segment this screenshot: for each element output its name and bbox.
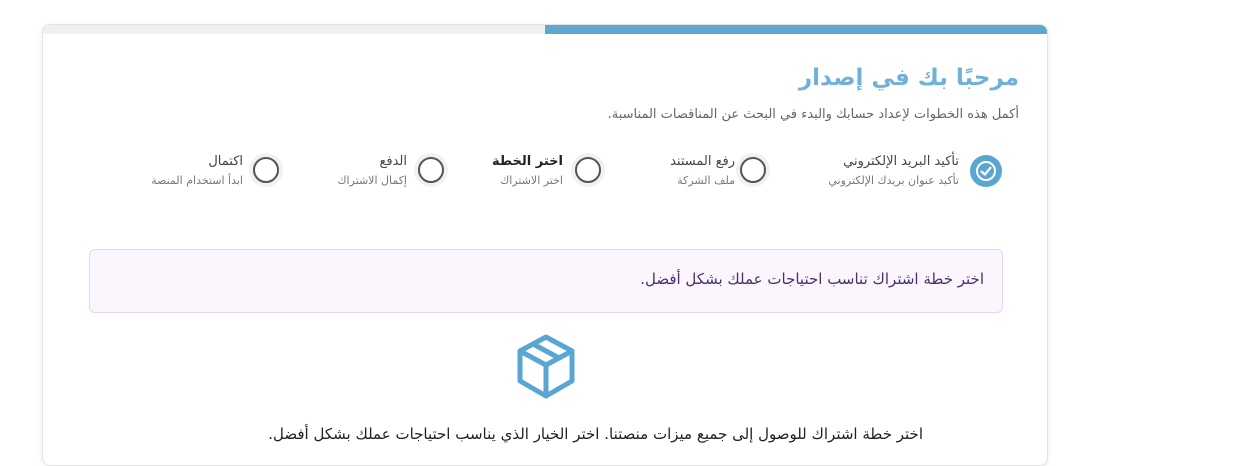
step-complete[interactable]: اكتمال ابدأ استخدام المنصة [123,153,283,203]
page-title: مرحبًا بك في إصدار [798,65,1019,91]
step-label: الدفع [379,154,407,169]
progress-bar [43,25,1047,34]
step-label: اكتمال [208,154,243,169]
step-text: تأكيد البريد الإلكتروني تأكيد عنوان بريد… [828,153,959,189]
step-description: ملف الشركة [677,174,735,187]
step-text: اختر الخطة اختر الاشتراك [492,153,563,189]
step-text: رفع المستند ملف الشركة [670,153,735,189]
step-description: تأكيد عنوان بريدك الإلكتروني [828,174,959,187]
step-label: اختر الخطة [492,154,563,169]
info-alert: اختر خطة اشتراك تناسب احتياجات عملك بشكل… [89,249,1003,313]
onboarding-card: مرحبًا بك في إصدار أكمل هذه الخطوات لإعد… [42,24,1048,466]
step-description: إكمال الاشتراك [337,174,407,187]
steps-stepper: تأكيد البريد الإلكتروني تأكيد عنوان بريد… [43,153,1047,213]
circle-icon [575,157,601,183]
step-confirm-email[interactable]: تأكيد البريد الإلكتروني تأكيد عنوان بريد… [803,153,1023,203]
step-choose-plan[interactable]: اختر الخطة اختر الاشتراك [483,153,603,203]
page-subtitle: أكمل هذه الخطوات لإعداد حسابك والبدء في … [607,107,1019,122]
circle-icon [418,157,444,183]
step-label: تأكيد البريد الإلكتروني [843,154,959,169]
circle-icon [740,157,766,183]
step-description: ابدأ استخدام المنصة [151,174,243,187]
step-upload-document[interactable]: رفع المستند ملف الشركة [643,153,773,203]
check-circle-icon [970,155,1002,187]
plan-description: اختر خطة اشتراك للوصول إلى جميع ميزات من… [268,425,923,443]
step-text: الدفع إكمال الاشتراك [337,153,407,189]
progress-bar-fill [545,25,1047,34]
step-label: رفع المستند [670,154,735,169]
step-text: اكتمال ابدأ استخدام المنصة [151,153,243,189]
circle-icon [253,157,279,183]
step-description: اختر الاشتراك [500,174,563,187]
package-box-icon [514,333,578,401]
info-alert-text: اختر خطة اشتراك تناسب احتياجات عملك بشكل… [640,270,984,288]
step-payment[interactable]: الدفع إكمال الاشتراك [313,153,444,203]
